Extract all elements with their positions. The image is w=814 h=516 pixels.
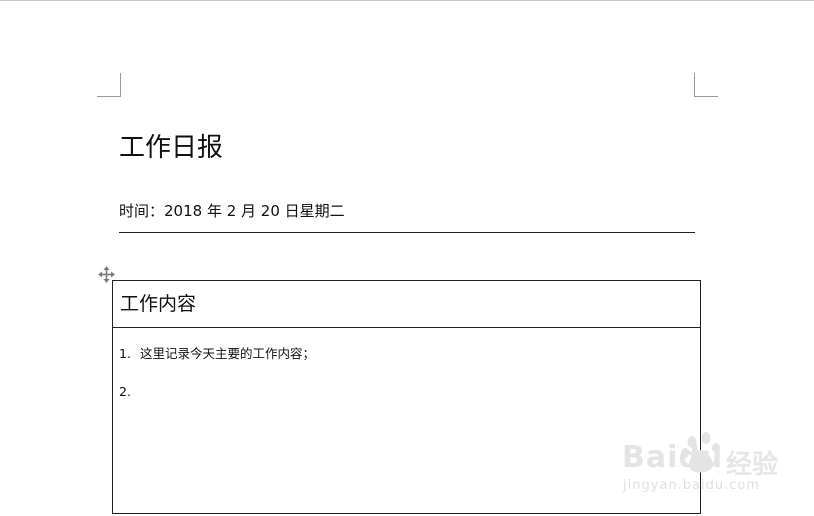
window-top-border xyxy=(0,0,814,1)
list-item[interactable]: 2. xyxy=(119,383,700,401)
list-item-number: 1. xyxy=(119,346,131,361)
list-item[interactable]: 1. 这里记录今天主要的工作内容； xyxy=(119,345,700,363)
watermark-url: jingyan.baidu.com xyxy=(623,478,760,493)
date-line[interactable]: 时间：2018 年 2 月 20 日星期二 xyxy=(119,200,345,222)
list-item-text: 这里记录今天主要的工作内容； xyxy=(140,346,316,361)
baidu-paw-icon xyxy=(681,432,720,473)
crop-mark-top-left xyxy=(97,73,121,97)
table-header-cell[interactable]: 工作内容 xyxy=(113,281,700,328)
list-item-number: 2. xyxy=(119,384,131,399)
table-header-label: 工作内容 xyxy=(120,293,197,315)
horizontal-rule xyxy=(119,232,695,233)
baidu-jingyan-watermark: Baidu 经验 jingyan.baidu.com xyxy=(618,430,778,500)
crop-mark-top-right xyxy=(694,73,718,97)
watermark-product-text: 经验 xyxy=(726,450,779,480)
table-body-cell[interactable]: 1. 这里记录今天主要的工作内容； 2. xyxy=(113,328,700,401)
work-content-table[interactable]: 工作内容 1. 这里记录今天主要的工作内容； 2. xyxy=(112,280,701,514)
document-title[interactable]: 工作日报 xyxy=(119,130,223,166)
